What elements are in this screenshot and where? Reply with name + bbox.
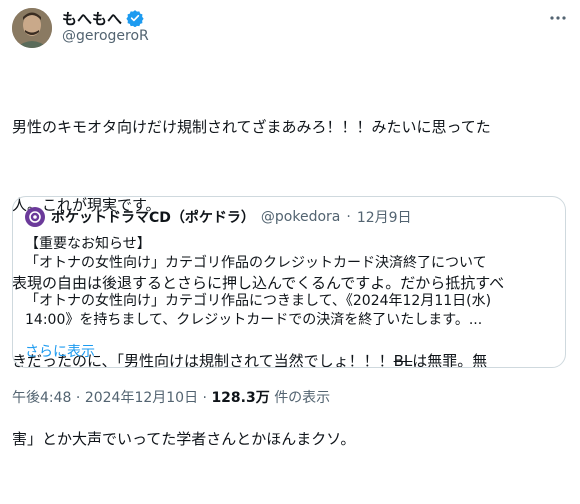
show-more-link[interactable]: さらに表示: [25, 341, 95, 361]
view-count-label: 件の表示: [274, 390, 331, 406]
separator-dot: ·: [75, 390, 81, 406]
quoted-text-line: [25, 273, 553, 292]
quoted-tweet-text: 【重要なお知らせ】 「オトナの女性向け」カテゴリ作品のクレジットカード決済終了に…: [25, 235, 553, 330]
quoted-tweet-header: ポケットドラマCD（ポケドラ） @pokedora · 12月9日: [25, 207, 412, 227]
quoted-text-line: 「オトナの女性向け」カテゴリ作品につきまして、《2024年12月11日(水): [25, 293, 492, 309]
view-count: 128.3万: [211, 390, 270, 406]
display-name[interactable]: もへもへ: [62, 8, 122, 29]
user-handle[interactable]: @gerogeroR: [62, 28, 149, 44]
avatar[interactable]: [12, 8, 52, 48]
separator-dot: ·: [202, 390, 207, 406]
more-horizontal-icon[interactable]: [546, 6, 570, 30]
author-row: もへもへ: [62, 8, 144, 28]
quoted-display-name[interactable]: ポケットドラマCD（ポケドラ）: [51, 207, 255, 227]
tweet-date[interactable]: 2024年12月10日: [85, 390, 198, 406]
quoted-text-line: 「オトナの女性向け」カテゴリ作品のクレジットカード決済終了について: [25, 255, 487, 271]
verified-badge-icon: [126, 9, 144, 27]
quoted-handle[interactable]: @pokedora: [261, 209, 340, 225]
tweet-text-line: 害」とか大声でいってた学者さんとかほんまクソ。: [12, 430, 356, 448]
quoted-tweet[interactable]: ポケットドラマCD（ポケドラ） @pokedora · 12月9日 【重要なお知…: [12, 196, 566, 368]
quoted-text-line: 【重要なお知らせ】: [25, 236, 151, 252]
separator-dot: ·: [346, 209, 351, 225]
tweet-text-line: 男性のキモオタ向けだけ規制されてざまあみろ！！！みたいに思ってた: [12, 118, 491, 136]
tweet-footer: 午後4:48 · 2024年12月10日 · 128.3万 件の表示: [12, 387, 330, 407]
quoted-avatar[interactable]: [25, 207, 45, 227]
tweet-time[interactable]: 午後4:48: [12, 390, 71, 406]
quoted-text-line: 14:00》を持ちまして、クレジットカードでの決済を終了いたします。...: [25, 312, 483, 328]
quoted-date[interactable]: 12月9日: [357, 207, 412, 227]
